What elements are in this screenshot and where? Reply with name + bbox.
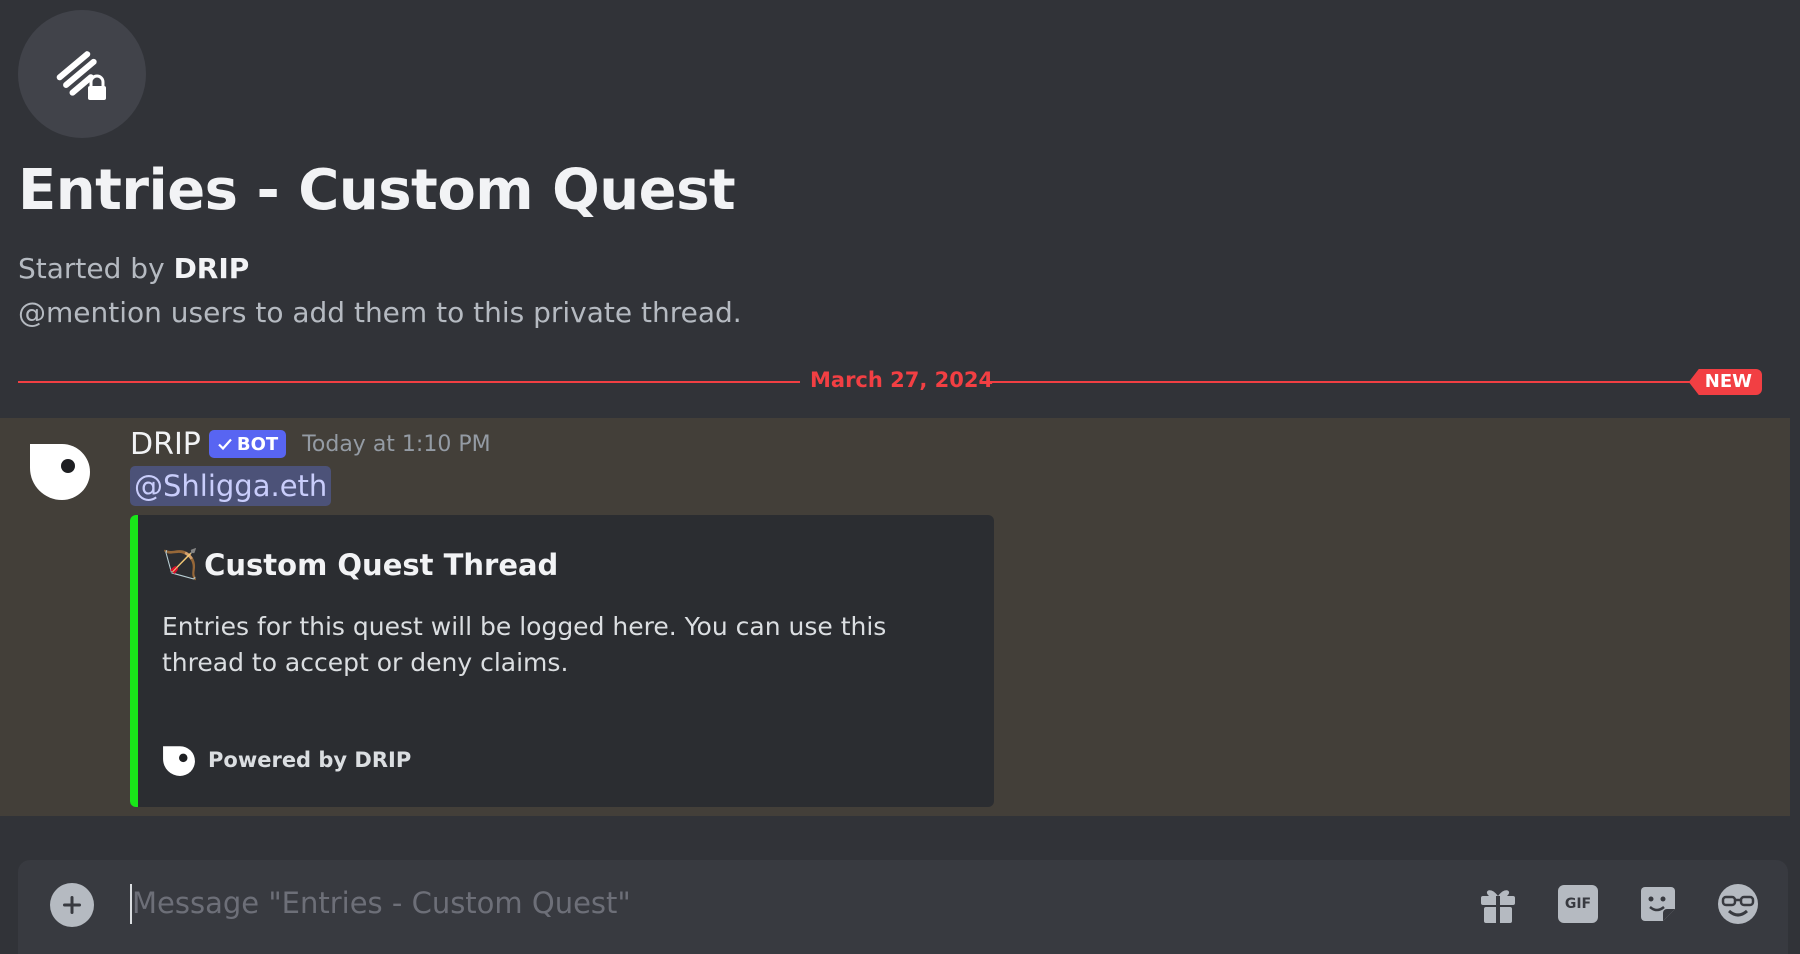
started-by-prefix: Started by	[18, 252, 165, 285]
divider-line	[18, 381, 800, 383]
message-header: DRIP BOT Today at 1:10 PM	[130, 426, 491, 462]
bot-tag: BOT	[208, 430, 287, 458]
started-by-name[interactable]: DRIP	[174, 252, 250, 285]
author-name[interactable]: DRIP	[130, 427, 201, 462]
message-item[interactable]: DRIP BOT Today at 1:10 PM @Shligga.eth 🏹…	[0, 418, 1790, 816]
gif-icon[interactable]: GIF	[1554, 880, 1602, 928]
checkmark-icon	[218, 438, 232, 451]
embed-title: 🏹 Custom Quest Thread	[162, 547, 558, 582]
divider-date: March 27, 2024	[810, 368, 994, 392]
message-input[interactable]	[132, 878, 1432, 928]
emoji-icon[interactable]	[1714, 880, 1762, 928]
embed-description: Entries for this quest will be logged he…	[162, 612, 887, 677]
drip-footer-icon	[163, 746, 195, 776]
gif-label: GIF	[1558, 885, 1598, 923]
new-messages-divider: March 27, 2024 NEW	[18, 364, 1762, 400]
message-composer: GIF	[18, 860, 1788, 954]
embed-footer-text: Powered by DRIP	[208, 748, 412, 772]
bot-tag-label: BOT	[236, 433, 279, 455]
embed-footer: Powered by DRIP	[162, 743, 411, 777]
thread-lock-icon	[18, 10, 146, 138]
thread-started-by: Started by DRIP	[18, 252, 249, 285]
divider-line	[980, 381, 1720, 383]
embed-title-text: Custom Quest Thread	[204, 547, 559, 582]
thread-title: Entries - Custom Quest	[18, 158, 736, 223]
plus-icon[interactable]	[50, 883, 94, 927]
message-timestamp[interactable]: Today at 1:10 PM	[302, 432, 490, 457]
drip-avatar-icon[interactable]	[28, 438, 92, 502]
gift-icon[interactable]	[1474, 880, 1522, 928]
user-mention[interactable]: @Shligga.eth	[130, 466, 332, 506]
embed-accent-bar	[130, 515, 138, 807]
new-badge: NEW	[1688, 369, 1762, 395]
message-embed: 🏹 Custom Quest Thread Entries for this q…	[130, 515, 994, 807]
thread-hint: @mention users to add them to this priva…	[18, 296, 742, 329]
thread-view: Entries - Custom Quest Started by DRIP @…	[0, 0, 1800, 954]
bow-and-arrow-icon: 🏹	[162, 547, 199, 581]
sticker-icon[interactable]	[1634, 880, 1682, 928]
